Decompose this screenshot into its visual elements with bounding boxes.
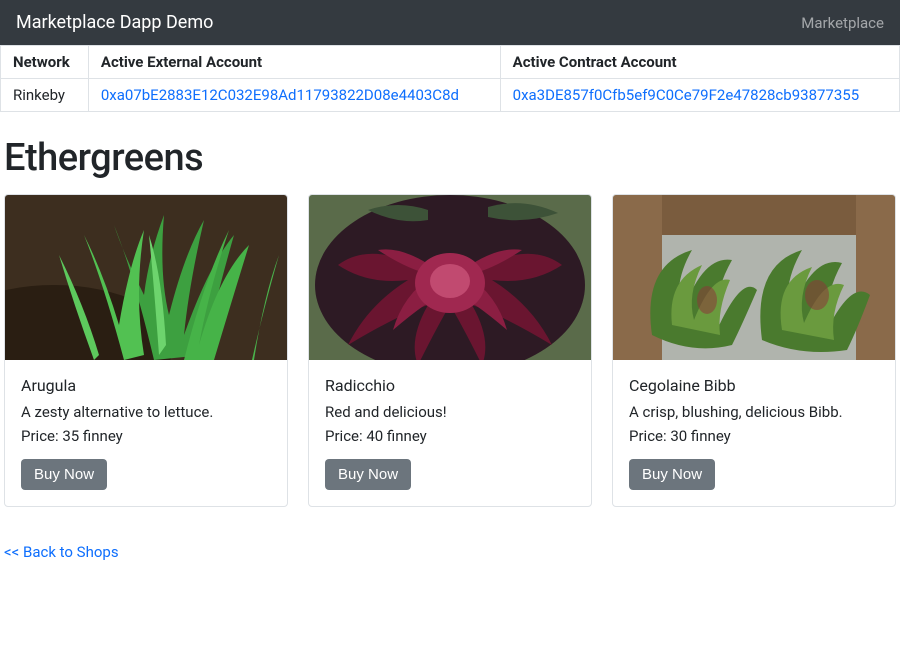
- product-image-radicchio: [309, 195, 591, 360]
- network-cell: Rinkeby: [1, 79, 89, 112]
- product-image-arugula: [5, 195, 287, 360]
- product-card-radicchio: Radicchio Red and delicious! Price: 40 f…: [308, 194, 592, 507]
- product-card-cegolaine-bibb: Cegolaine Bibb A crisp, blushing, delici…: [612, 194, 896, 507]
- nav-link-marketplace[interactable]: Marketplace: [801, 14, 884, 32]
- product-grid: Arugula A zesty alternative to lettuce. …: [0, 194, 900, 507]
- table-row: Rinkeby 0xa07bE2883E12C032E98Ad11793822D…: [1, 79, 900, 112]
- accounts-table: Network Active External Account Active C…: [0, 45, 900, 112]
- col-external-account: Active External Account: [88, 46, 500, 79]
- product-name: Arugula: [21, 376, 271, 395]
- shop-title: Ethergreens: [4, 136, 900, 180]
- product-description: A zesty alternative to lettuce.: [21, 403, 271, 421]
- product-image-cegolaine-bibb: [613, 195, 895, 360]
- external-account-link[interactable]: 0xa07bE2883E12C032E98Ad11793822D08e4403C…: [88, 79, 500, 112]
- col-contract-account: Active Contract Account: [500, 46, 899, 79]
- product-description: Red and delicious!: [325, 403, 575, 421]
- buy-now-button[interactable]: Buy Now: [325, 459, 411, 490]
- product-price: Price: 30 finney: [629, 427, 879, 445]
- col-network: Network: [1, 46, 89, 79]
- top-navbar: Marketplace Dapp Demo Marketplace: [0, 0, 900, 45]
- product-description: A crisp, blushing, delicious Bibb.: [629, 403, 879, 421]
- buy-now-button[interactable]: Buy Now: [21, 459, 107, 490]
- back-to-shops-link[interactable]: << Back to Shops: [4, 543, 119, 561]
- product-name: Cegolaine Bibb: [629, 376, 879, 395]
- product-price: Price: 40 finney: [325, 427, 575, 445]
- product-name: Radicchio: [325, 376, 575, 395]
- product-card-arugula: Arugula A zesty alternative to lettuce. …: [4, 194, 288, 507]
- app-brand[interactable]: Marketplace Dapp Demo: [16, 12, 213, 33]
- product-price: Price: 35 finney: [21, 427, 271, 445]
- buy-now-button[interactable]: Buy Now: [629, 459, 715, 490]
- contract-account-link[interactable]: 0xa3DE857f0Cfb5ef9C0Ce79F2e47828cb938773…: [500, 79, 899, 112]
